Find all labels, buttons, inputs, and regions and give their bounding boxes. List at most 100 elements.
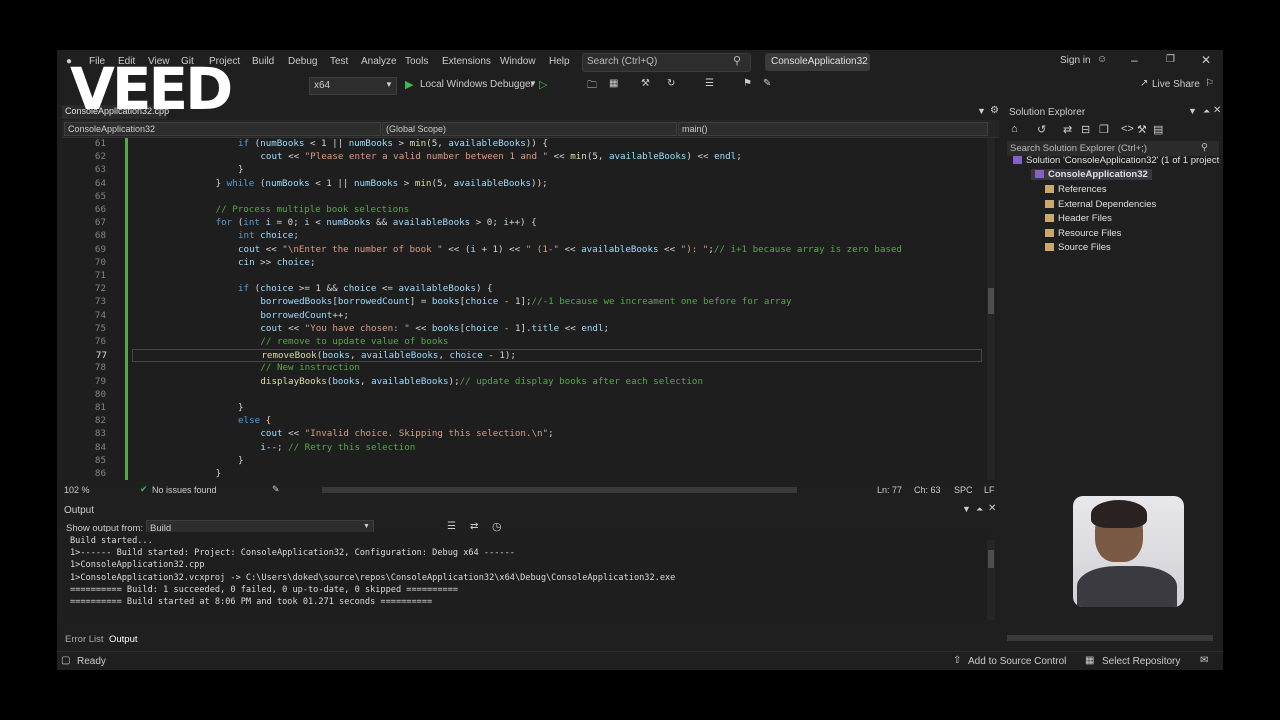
tree-item[interactable]: External Dependencies bbox=[1045, 199, 1156, 210]
files-icon[interactable]: ❐ bbox=[1099, 123, 1109, 136]
code-line[interactable]: 73 borrowedBooks[borrowedCount] = books[c… bbox=[62, 296, 992, 309]
output-console[interactable]: Build started... 1>------ Build started: … bbox=[62, 532, 992, 622]
step-icon[interactable]: ↻ bbox=[667, 78, 675, 89]
tree-item[interactable]: Resource Files bbox=[1045, 228, 1121, 239]
code-line[interactable]: 85} bbox=[62, 455, 992, 468]
tree-item[interactable]: Header Files bbox=[1045, 213, 1112, 224]
code-line[interactable]: 74 borrowedCount++; bbox=[62, 310, 992, 323]
add-source-control-button[interactable]: Add to Source Control bbox=[968, 656, 1066, 667]
code-line[interactable]: 64} while (numBooks < 1 || numBooks > mi… bbox=[62, 178, 992, 191]
code-line[interactable]: 79 displayBooks(books, availableBooks);//… bbox=[62, 376, 992, 389]
platform-dropdown[interactable]: x64 ▼ bbox=[309, 77, 397, 95]
bookmark-icon[interactable]: ⚑ bbox=[743, 78, 752, 89]
code-line[interactable]: 68 int choice; bbox=[62, 230, 992, 243]
notification-bell-icon[interactable]: ✉ bbox=[1200, 655, 1208, 666]
code-line[interactable]: 66 // Process multiple book selections bbox=[62, 204, 992, 217]
tab-error-list[interactable]: Error List bbox=[65, 634, 104, 645]
live-share-button[interactable]: Live Share bbox=[1152, 79, 1200, 90]
history-icon[interactable]: ↺ bbox=[1037, 123, 1046, 136]
menu-item-debug[interactable]: Debug bbox=[288, 56, 317, 67]
code-line[interactable]: 67 for (int i = 0; i < numBooks && availa… bbox=[62, 217, 992, 230]
code-line[interactable]: 75 cout << "You have chosen: " << books[c… bbox=[62, 323, 992, 336]
play-icon[interactable]: ▶ bbox=[405, 78, 413, 91]
menu-item-build[interactable]: Build bbox=[252, 56, 274, 67]
output-scrollbar[interactable] bbox=[987, 540, 995, 620]
wrap-icon[interactable]: ☰ bbox=[447, 521, 456, 532]
tree-item[interactable]: Source Files bbox=[1045, 242, 1111, 253]
code-line[interactable]: 76 // remove to update value of books bbox=[62, 336, 992, 349]
line-ending-status[interactable]: LF bbox=[984, 485, 995, 495]
code-line[interactable]: 78 // New instruction bbox=[62, 362, 992, 375]
start-without-debug-icon[interactable]: ▷ bbox=[539, 78, 547, 91]
code-line[interactable]: 62 cout << "Please enter a valid number b… bbox=[62, 151, 992, 164]
format-icon[interactable]: ☰ bbox=[705, 78, 714, 89]
preview-icon[interactable]: ▤ bbox=[1153, 123, 1163, 136]
code-line[interactable]: 61 if (numBooks < 1 || numBooks > min(5, … bbox=[62, 138, 992, 151]
folder-icon[interactable]: 🗀 bbox=[587, 78, 597, 95]
menu-item-window[interactable]: Window bbox=[500, 56, 536, 67]
scope-dropdown[interactable]: (Global Scope) bbox=[382, 122, 677, 136]
output-close-icon[interactable]: ✕ bbox=[988, 503, 996, 514]
issues-status[interactable]: No issues found bbox=[152, 485, 217, 495]
horizontal-scrollbar[interactable] bbox=[322, 487, 797, 493]
tab-dropdown-icon[interactable]: ▼ bbox=[977, 106, 986, 116]
toggle-icon[interactable]: ⇄ bbox=[470, 521, 478, 532]
live-share-icon[interactable]: ↗ bbox=[1140, 78, 1148, 89]
menu-item-help[interactable]: Help bbox=[549, 56, 570, 67]
whitespace-status[interactable]: SPC bbox=[954, 485, 973, 495]
brush-icon[interactable]: ✎ bbox=[272, 484, 280, 495]
close-panel-icon[interactable]: ✕ bbox=[1213, 105, 1221, 116]
code-line[interactable]: 83 cout << "Invalid choice. Skipping this… bbox=[62, 428, 992, 441]
code-line[interactable]: 72 if (choice >= 1 && choice <= available… bbox=[62, 283, 992, 296]
menu-item-tools[interactable]: Tools bbox=[405, 56, 428, 67]
code-line[interactable]: 81} bbox=[62, 402, 992, 415]
pin-icon[interactable]: ▼ bbox=[1188, 106, 1197, 116]
menu-item-analyze[interactable]: Analyze bbox=[361, 56, 397, 67]
account-icon[interactable]: ☺ bbox=[1097, 54, 1107, 65]
minimize-button[interactable]: – bbox=[1131, 53, 1138, 67]
pin-panel-icon[interactable]: ⏶ bbox=[1203, 106, 1210, 117]
close-button[interactable]: ✕ bbox=[1201, 53, 1211, 67]
member-dropdown[interactable]: main() bbox=[678, 122, 988, 136]
code-lines[interactable]: 61 if (numBooks < 1 || numBooks > min(5, … bbox=[62, 138, 992, 480]
code-line[interactable]: 65 bbox=[62, 191, 992, 204]
project-dropdown[interactable]: ConsoleApplication32 bbox=[64, 122, 381, 136]
code-line[interactable]: 84 i--; // Retry this selection bbox=[62, 442, 992, 455]
code-line[interactable]: 63} bbox=[62, 164, 992, 177]
code-line[interactable]: 86} bbox=[62, 468, 992, 481]
sync-icon[interactable]: ⇄ bbox=[1063, 123, 1072, 136]
collapse-icon[interactable]: ⊟ bbox=[1081, 123, 1090, 136]
code-line[interactable]: 71 bbox=[62, 270, 992, 283]
feedback-icon[interactable]: ⚐ bbox=[1205, 78, 1214, 89]
select-repository-button[interactable]: Select Repository bbox=[1102, 656, 1180, 667]
code-line[interactable]: 70 cin >> choice; bbox=[62, 257, 992, 270]
comment-icon[interactable]: ✎ bbox=[763, 78, 771, 89]
solution-search[interactable]: Search Solution Explorer (Ctrl+;) ⚲ bbox=[1007, 141, 1219, 156]
tree-item[interactable]: ConsoleApplication32 bbox=[1031, 169, 1152, 180]
menu-item-test[interactable]: Test bbox=[330, 56, 348, 67]
sign-in-link[interactable]: Sign in bbox=[1060, 55, 1091, 66]
debugger-button[interactable]: Local Windows Debugger bbox=[420, 79, 534, 90]
layout-icon[interactable]: ▦ bbox=[609, 78, 618, 89]
tree-item[interactable]: Solution 'ConsoleApplication32' (1 of 1 … bbox=[1013, 155, 1219, 166]
tools-icon[interactable]: ⚒ bbox=[641, 78, 650, 89]
tree-item[interactable]: References bbox=[1045, 184, 1107, 195]
output-pin-icon[interactable]: ⏶ bbox=[976, 504, 983, 515]
output-menu-icon[interactable]: ▼ bbox=[962, 504, 971, 514]
home-icon[interactable]: ⌂ bbox=[1011, 123, 1018, 135]
menu-item-extensions[interactable]: Extensions bbox=[442, 56, 491, 67]
output-scrollbar-thumb[interactable] bbox=[988, 550, 994, 568]
code-view-icon[interactable]: <> bbox=[1121, 123, 1134, 135]
properties-icon[interactable]: ⚒ bbox=[1137, 123, 1147, 136]
code-line[interactable]: 82 else { bbox=[62, 415, 992, 428]
settings-gear-icon[interactable]: ⚙ bbox=[990, 105, 999, 116]
code-line[interactable]: 80 bbox=[62, 389, 992, 402]
search-box[interactable]: Search (Ctrl+Q) ⚲ bbox=[582, 53, 751, 72]
debugger-chevron-icon[interactable]: ▼ bbox=[529, 79, 537, 88]
zoom-level[interactable]: 102 % bbox=[64, 485, 90, 495]
solution-hscrollbar[interactable] bbox=[1007, 635, 1213, 641]
code-line[interactable]: 69 cout << "\nEnter the number of book " … bbox=[62, 244, 992, 257]
maximize-button[interactable]: ❐ bbox=[1166, 54, 1175, 65]
code-line[interactable]: 77 removeBook(books, availableBooks, choi… bbox=[96, 349, 982, 363]
tab-output[interactable]: Output bbox=[109, 634, 138, 645]
